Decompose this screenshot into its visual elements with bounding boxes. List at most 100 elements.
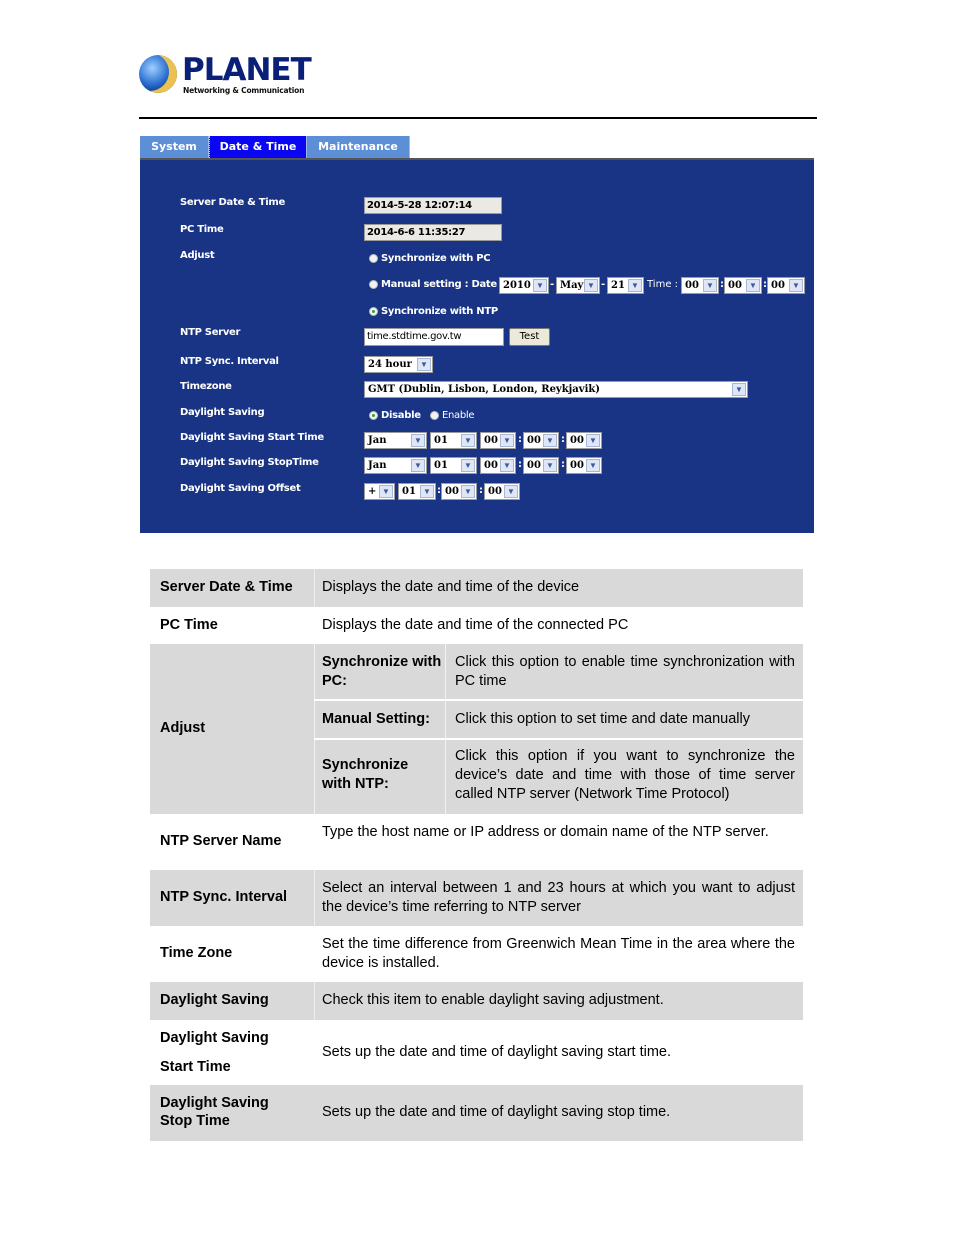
chevron-down-icon: ▼	[789, 279, 803, 292]
definition: Displays the date and time of the device	[322, 579, 580, 595]
chevron-down-icon: ▼	[586, 459, 600, 472]
ds-offset-label: Daylight Saving Offset	[180, 483, 301, 494]
ds-stop-second-select[interactable]: 00 ▼	[566, 457, 602, 474]
globe-logo-icon	[139, 55, 177, 93]
chevron-down-icon: ▼	[411, 434, 425, 447]
term-server-date-time: Server Date & Time	[160, 579, 293, 595]
header-divider	[139, 117, 817, 119]
ds-stop-hour-select[interactable]: 00 ▼	[480, 457, 516, 474]
daylight-saving-label: Daylight Saving	[180, 407, 265, 418]
logo-tagline: Networking & Communication	[183, 86, 305, 95]
term-adjust: Adjust	[160, 720, 206, 736]
ds-offset-minute-select[interactable]: 00 ▼	[441, 483, 477, 500]
chevron-down-icon: ▼	[461, 434, 475, 447]
definition: Type the host name or IP address or doma…	[322, 824, 769, 840]
table-row: NTP Server Name Type the host name or IP…	[150, 814, 803, 870]
table-row: Daylight Saving Stop Time Sets up the da…	[150, 1085, 803, 1141]
chevron-down-icon: ▼	[543, 459, 557, 472]
sync-with-ntp-radio[interactable]: Synchronize with NTP	[369, 306, 498, 317]
definition: Set the time difference from Greenwich M…	[322, 936, 795, 971]
definition: Select an interval between 1 and 23 hour…	[322, 880, 795, 915]
table-row: Server Date & Time Displays the date and…	[150, 569, 803, 607]
tab-maintenance[interactable]: Maintenance	[307, 136, 410, 158]
chevron-down-icon: ▼	[461, 459, 475, 472]
definition: Displays the date and time of the connec…	[322, 617, 629, 633]
term-ds-start-line2: Start Time	[160, 1059, 231, 1075]
ntp-sync-interval-label: NTP Sync. Interval	[180, 356, 279, 367]
definition: Click this option to set time and date m…	[455, 711, 750, 727]
chevron-down-icon: ▼	[500, 434, 514, 447]
ds-offset-second-select[interactable]: 00 ▼	[484, 483, 520, 500]
term-daylight-saving: Daylight Saving	[160, 992, 269, 1008]
chevron-down-icon: ▼	[703, 279, 717, 292]
tab-date-time[interactable]: Date & Time	[209, 136, 307, 158]
term-time-zone: Time Zone	[160, 945, 233, 961]
chevron-down-icon: ▼	[379, 485, 393, 498]
adjust-label: Adjust	[180, 250, 215, 261]
daylight-enable-radio[interactable]: Enable	[430, 410, 475, 421]
subterm-manual-setting: Manual Setting:	[322, 711, 430, 727]
manual-hour-select[interactable]: 00 ▼	[681, 277, 719, 294]
manual-second-select[interactable]: 00 ▼	[767, 277, 805, 294]
term-ds-stop-line1: Daylight Saving	[160, 1095, 269, 1111]
chevron-down-icon: ▼	[411, 459, 425, 472]
term-ntp-server-name: NTP Server Name	[160, 833, 282, 849]
daylight-disable-radio[interactable]: Disable	[369, 410, 421, 421]
ds-offset-hour-select[interactable]: 01 ▼	[398, 483, 436, 500]
ds-stop-time-label: Daylight Saving StopTime	[180, 457, 319, 468]
logo-brand: PLANET	[182, 52, 312, 88]
manual-day-select[interactable]: 21 ▼	[607, 277, 644, 294]
ds-start-minute-select[interactable]: 00 ▼	[523, 432, 559, 449]
table-row: Daylight Saving Start Time Sets up the d…	[150, 1020, 803, 1085]
table-row: Daylight Saving Check this item to enabl…	[150, 982, 803, 1020]
timezone-label: Timezone	[180, 381, 232, 392]
ntp-server-input[interactable]: time.stdtime.gov.tw	[364, 328, 504, 346]
sync-with-pc-radio[interactable]: Synchronize with PC	[369, 253, 491, 264]
chevron-down-icon: ▼	[586, 434, 600, 447]
term-ntp-sync-interval: NTP Sync. Interval	[160, 889, 288, 905]
manual-setting-label: Manual setting : Date :	[381, 279, 504, 290]
chevron-down-icon: ▼	[732, 383, 746, 396]
server-date-time-label: Server Date & Time	[180, 197, 285, 208]
planet-logo: PLANET Networking & Communication	[139, 53, 312, 97]
definition: Click this option to enable time synchro…	[455, 654, 795, 689]
term-ds-stop-line2: Stop Time	[160, 1113, 230, 1129]
date-time-settings-panel: Server Date & Time 2014-5-28 12:07:14 PC…	[140, 158, 814, 533]
ds-stop-day-select[interactable]: 01 ▼	[430, 457, 477, 474]
ds-start-second-select[interactable]: 00 ▼	[566, 432, 602, 449]
ntp-test-button[interactable]: Test	[509, 328, 550, 346]
timezone-select[interactable]: GMT (Dublin, Lisbon, London, Reykjavik) ▼	[364, 381, 748, 398]
table-row-adjust: Adjust Synchronize with PC: Click this o…	[150, 644, 803, 814]
date-separator: -	[550, 279, 555, 290]
radio-unchecked-icon	[430, 411, 439, 420]
pc-time-field: 2014-6-6 11:35:27	[364, 224, 502, 241]
term-ds-start-line1: Daylight Saving	[160, 1030, 269, 1046]
manual-setting-radio[interactable]: Manual setting : Date :	[369, 279, 504, 290]
manual-minute-select[interactable]: 00 ▼	[724, 277, 762, 294]
ds-start-month-select[interactable]: Jan ▼	[364, 432, 427, 449]
radio-checked-icon	[369, 411, 378, 420]
pc-time-label: PC Time	[180, 224, 224, 235]
server-date-time-field: 2014-5-28 12:07:14	[364, 197, 502, 214]
tab-bar: System Date & Time Maintenance	[140, 136, 410, 158]
manual-month-select[interactable]: May ▼	[556, 277, 600, 294]
ds-stop-minute-select[interactable]: 00 ▼	[523, 457, 559, 474]
chevron-down-icon: ▼	[533, 279, 547, 292]
definition: Click this option if you want to synchro…	[455, 748, 795, 802]
chevron-down-icon: ▼	[543, 434, 557, 447]
table-row: NTP Sync. Interval Select an interval be…	[150, 870, 803, 926]
definition: Check this item to enable daylight savin…	[322, 992, 664, 1008]
chevron-down-icon: ▼	[584, 279, 598, 292]
ntp-server-label: NTP Server	[180, 327, 241, 338]
ntp-sync-interval-select[interactable]: 24 hour ▼	[364, 356, 433, 373]
manual-year-select[interactable]: 2010 ▼	[499, 277, 549, 294]
ds-start-hour-select[interactable]: 00 ▼	[480, 432, 516, 449]
definition: Sets up the date and time of daylight sa…	[322, 1104, 671, 1120]
subterm-sync-pc: Synchronize with PC:	[322, 654, 442, 689]
ds-offset-sign-select[interactable]: + ▼	[364, 483, 395, 500]
chevron-down-icon: ▼	[628, 279, 642, 292]
ds-stop-month-select[interactable]: Jan ▼	[364, 457, 427, 474]
chevron-down-icon: ▼	[461, 485, 475, 498]
tab-system[interactable]: System	[140, 136, 209, 158]
ds-start-day-select[interactable]: 01 ▼	[430, 432, 477, 449]
